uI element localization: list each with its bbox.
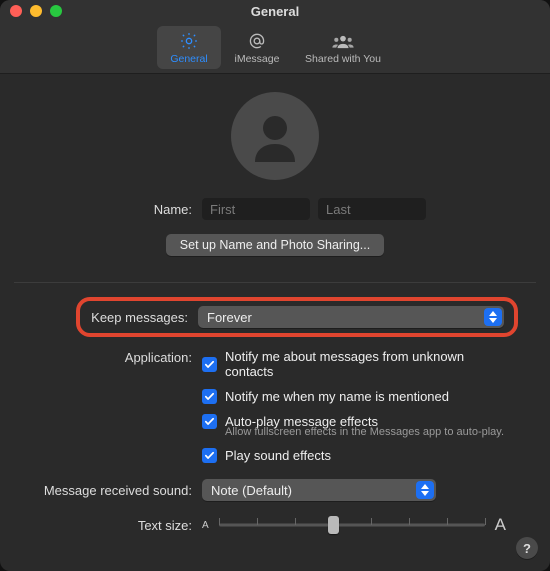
keep-messages-highlight: Keep messages: Forever <box>76 297 518 337</box>
text-size-row: Text size: A A <box>0 515 550 535</box>
slider-tick <box>295 518 296 525</box>
checkbox-label: Notify me about messages from unknown co… <box>225 349 506 379</box>
window-title: General <box>0 4 550 19</box>
checkbox-name-mentioned[interactable]: Notify me when my name is mentioned <box>202 389 506 404</box>
keep-messages-value: Forever <box>207 310 252 325</box>
application-label: Application: <box>32 349 202 365</box>
name-row: Name: <box>0 198 550 220</box>
keep-messages-popup[interactable]: Forever <box>198 306 504 328</box>
at-icon <box>246 31 268 51</box>
separator <box>14 282 536 283</box>
setup-name-photo-button[interactable]: Set up Name and Photo Sharing... <box>166 234 384 256</box>
checkmark-icon <box>202 389 217 404</box>
tab-label: General <box>170 53 207 65</box>
sound-value: Note (Default) <box>211 483 292 498</box>
text-size-small-glyph: A <box>202 520 209 531</box>
tab-general[interactable]: General <box>157 26 221 69</box>
name-label: Name: <box>32 202 202 217</box>
checkbox-sound-effects[interactable]: Play sound effects <box>202 448 506 463</box>
slider-tick <box>219 518 220 525</box>
last-name-input[interactable] <box>318 198 426 220</box>
preferences-window: General General iMessage <box>0 0 550 571</box>
updown-arrows-icon <box>484 308 502 326</box>
profile-avatar[interactable] <box>231 92 319 180</box>
text-size-label: Text size: <box>32 518 202 533</box>
preferences-toolbar: General iMessage <box>0 22 550 74</box>
autoplay-subtext: Allow fullscreen effects in the Messages… <box>225 426 506 438</box>
people-icon <box>332 31 354 51</box>
checkmark-icon <box>202 357 217 372</box>
first-name-input[interactable] <box>202 198 310 220</box>
updown-arrows-icon <box>416 481 434 499</box>
checkmark-icon <box>202 414 217 429</box>
help-glyph: ? <box>523 541 531 556</box>
slider-knob[interactable] <box>328 516 339 534</box>
slider-track <box>219 524 485 527</box>
content-area: Name: Set up Name and Photo Sharing... K… <box>0 74 550 535</box>
checkbox-unknown-contacts[interactable]: Notify me about messages from unknown co… <box>202 349 506 379</box>
slider-tick <box>371 518 372 525</box>
gear-icon <box>178 31 200 51</box>
text-size-slider[interactable] <box>219 515 485 535</box>
checkbox-label: Notify me when my name is mentioned <box>225 389 449 404</box>
sound-label: Message received sound: <box>32 482 202 498</box>
keep-messages-label: Keep messages: <box>90 310 198 325</box>
slider-tick <box>409 518 410 525</box>
text-size-big-glyph: A <box>495 515 506 535</box>
tab-label: Shared with You <box>305 53 381 65</box>
minimize-window-button[interactable] <box>30 5 42 17</box>
tab-label: iMessage <box>235 53 280 65</box>
close-window-button[interactable] <box>10 5 22 17</box>
checkmark-icon <box>202 448 217 463</box>
slider-tick <box>485 518 486 525</box>
help-button[interactable]: ? <box>516 537 538 559</box>
tab-imessage[interactable]: iMessage <box>225 26 289 69</box>
checkbox-label: Play sound effects <box>225 448 331 463</box>
slider-tick <box>447 518 448 525</box>
application-row: Application: Notify me about messages fr… <box>32 349 506 473</box>
person-icon <box>245 106 305 166</box>
slider-tick <box>257 518 258 525</box>
tab-shared-with-you[interactable]: Shared with You <box>293 26 393 69</box>
sound-popup[interactable]: Note (Default) <box>202 479 436 501</box>
zoom-window-button[interactable] <box>50 5 62 17</box>
window-controls <box>0 5 62 17</box>
sound-row: Message received sound: Note (Default) <box>32 479 506 501</box>
titlebar: General <box>0 0 550 22</box>
